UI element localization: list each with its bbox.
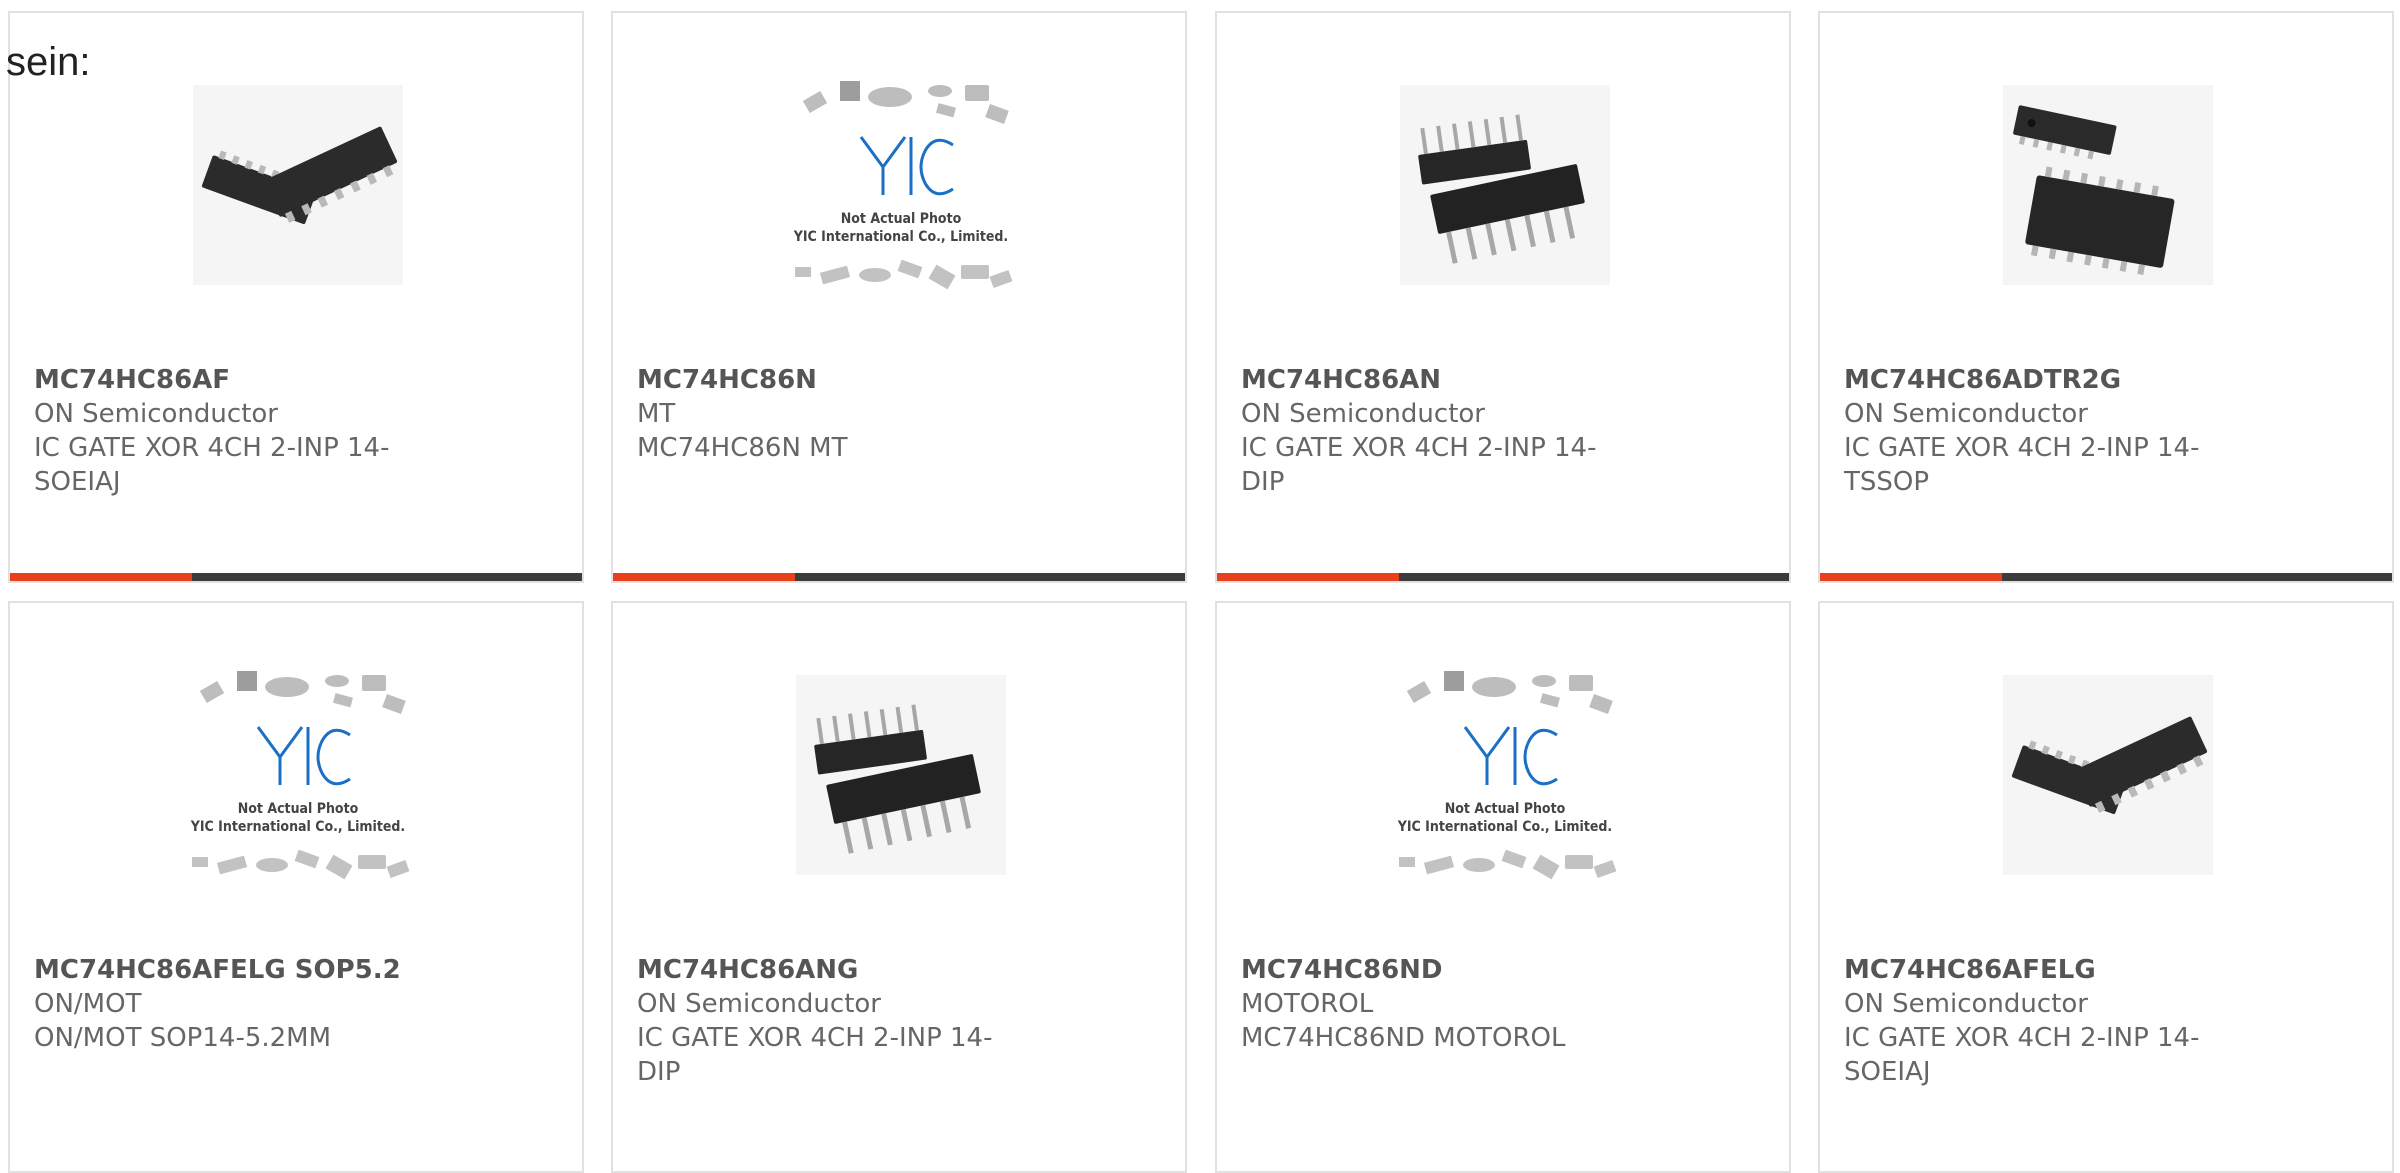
svg-text:Not Actual Photo: Not Actual Photo (238, 801, 359, 817)
svg-text:Not Actual Photo: Not Actual Photo (1445, 801, 1566, 817)
part-number-link[interactable]: MC74HC86AFELG SOP5.2 (34, 953, 424, 987)
description: MC74HC86N MT (637, 433, 848, 463)
card-bottom-bar (10, 573, 582, 581)
manufacturer: ON/MOT (34, 989, 142, 1019)
soic-chip-icon (2003, 675, 2213, 875)
manufacturer: ON Semiconductor (1241, 399, 1485, 429)
manufacturer: ON Semiconductor (34, 399, 278, 429)
description: IC GATE XOR 4CH 2-INP 14-TSSOP (1844, 433, 2200, 497)
product-image[interactable] (1972, 657, 2244, 893)
product-image[interactable]: Not Actual Photo YIC International Co., … (162, 657, 434, 893)
product-image[interactable]: Not Actual Photo YIC International Co., … (765, 67, 1037, 303)
product-grid: MC74HC86AF ON Semiconductor IC GATE XOR … (0, 0, 2400, 1173)
not-actual-photo-placeholder-icon: Not Actual Photo YIC International Co., … (190, 671, 410, 880)
product-card[interactable]: MC74HC86AF ON Semiconductor IC GATE XOR … (8, 11, 584, 583)
product-card[interactable]: MC74HC86AFELG ON Semiconductor IC GATE X… (1818, 601, 2394, 1173)
description: IC GATE XOR 4CH 2-INP 14-SOEIAJ (34, 433, 390, 497)
product-image[interactable] (162, 67, 434, 303)
description: ON/MOT SOP14-5.2MM (34, 1023, 332, 1053)
description: MC74HC86ND MOTOROL (1241, 1023, 1566, 1053)
tssop-chip-icon (2003, 85, 2213, 285)
product-card[interactable]: MC74HC86ANG ON Semiconductor IC GATE XOR… (611, 601, 1187, 1173)
part-number-link[interactable]: MC74HC86AFELG (1844, 953, 2234, 987)
product-card[interactable]: Not Actual Photo YIC International Co., … (611, 11, 1187, 583)
part-number-link[interactable]: MC74HC86N (637, 363, 1027, 397)
dip-chip-icon (796, 675, 1006, 875)
product-image[interactable] (765, 657, 1037, 893)
soic-chip-icon (193, 85, 403, 285)
description: IC GATE XOR 4CH 2-INP 14-SOEIAJ (1844, 1023, 2200, 1087)
product-image[interactable]: Not Actual Photo YIC International Co., … (1369, 657, 1641, 893)
part-number-link[interactable]: MC74HC86ANG (637, 953, 1027, 987)
dip-chip-icon (1400, 85, 1610, 285)
description: IC GATE XOR 4CH 2-INP 14-DIP (637, 1023, 993, 1087)
product-card[interactable]: MC74HC86AN ON Semiconductor IC GATE XOR … (1215, 11, 1791, 583)
card-bottom-bar (1820, 573, 2392, 581)
part-number-link[interactable]: MC74HC86ADTR2G (1844, 363, 2234, 397)
part-number-link[interactable]: MC74HC86AN (1241, 363, 1631, 397)
intro-text: sein: (6, 40, 91, 84)
description: IC GATE XOR 4CH 2-INP 14-DIP (1241, 433, 1597, 497)
svg-text:YIC International Co., Limited: YIC International Co., Limited. (1397, 819, 1612, 835)
manufacturer: ON Semiconductor (1844, 399, 2088, 429)
card-bottom-bar (613, 573, 1185, 581)
manufacturer: ON Semiconductor (1844, 989, 2088, 1019)
product-image[interactable] (1972, 67, 2244, 303)
manufacturer: ON Semiconductor (637, 989, 881, 1019)
part-number-link[interactable]: MC74HC86AF (34, 363, 424, 397)
part-number-link[interactable]: MC74HC86ND (1241, 953, 1631, 987)
svg-text:Not Actual Photo: Not Actual Photo (841, 211, 962, 227)
not-actual-photo-placeholder-icon: Not Actual Photo YIC International Co., … (793, 81, 1013, 290)
product-card[interactable]: Not Actual Photo YIC International Co., … (8, 601, 584, 1173)
product-image[interactable] (1369, 67, 1641, 303)
product-card[interactable]: MC74HC86ADTR2G ON Semiconductor IC GATE … (1818, 11, 2394, 583)
product-card[interactable]: Not Actual Photo YIC International Co., … (1215, 601, 1791, 1173)
not-actual-photo-placeholder-icon: Not Actual Photo YIC International Co., … (1397, 671, 1617, 880)
manufacturer: MT (637, 399, 676, 429)
manufacturer: MOTOROL (1241, 989, 1374, 1019)
svg-text:YIC International Co., Limited: YIC International Co., Limited. (793, 229, 1008, 245)
card-bottom-bar (1217, 573, 1789, 581)
svg-text:YIC International Co., Limited: YIC International Co., Limited. (190, 819, 405, 835)
